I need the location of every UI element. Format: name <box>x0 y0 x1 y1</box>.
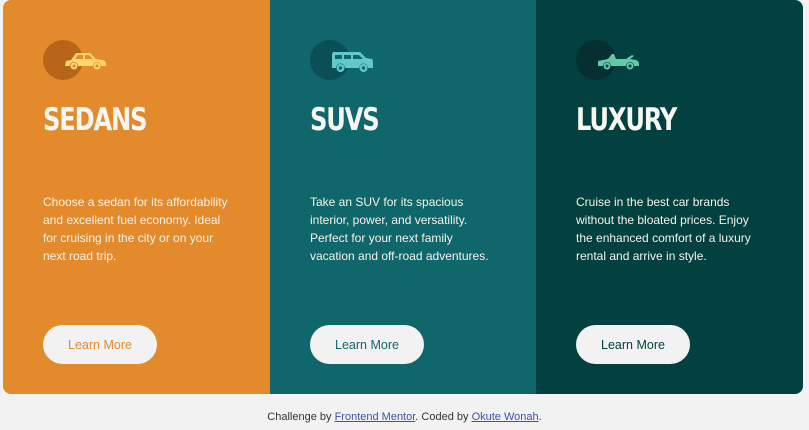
learn-more-button[interactable]: Learn More <box>310 325 424 364</box>
attribution-middle: . Coded by <box>415 411 469 423</box>
card-title: SUVS <box>310 102 380 138</box>
attribution-prefix: Challenge by <box>267 411 332 423</box>
card-suvs: SUVS Take an SUV for its spacious interi… <box>270 0 536 394</box>
card-title: LUXURY <box>576 102 677 138</box>
luxury-car-shape <box>598 54 639 70</box>
attribution-suffix: . <box>538 411 542 423</box>
card-description: Cruise in the best car brands without th… <box>576 195 751 263</box>
cards-container: SEDANS Choose a sedan for its affordabil… <box>3 0 803 394</box>
frontend-mentor-link[interactable]: Frontend Mentor <box>335 411 416 423</box>
card-description: Take an SUV for its spacious interior, p… <box>310 195 489 263</box>
learn-more-button[interactable]: Learn More <box>576 325 690 364</box>
sedan-car-icon <box>43 40 109 80</box>
luxury-car-icon <box>576 40 642 80</box>
attribution: Challenge by Frontend Mentor. Coded by O… <box>0 411 809 423</box>
sedan-car-shape <box>65 53 106 70</box>
author-link[interactable]: Okute Wonah <box>472 411 539 423</box>
card-luxury: LUXURY Cruise in the best car brands wit… <box>536 0 803 394</box>
suv-car-icon <box>310 40 376 80</box>
learn-more-button[interactable]: Learn More <box>43 325 157 364</box>
card-title: SEDANS <box>43 102 148 138</box>
suv-car-shape <box>332 52 373 72</box>
card-sedans: SEDANS Choose a sedan for its affordabil… <box>3 0 270 394</box>
card-description: Choose a sedan for its affordability and… <box>43 195 228 263</box>
